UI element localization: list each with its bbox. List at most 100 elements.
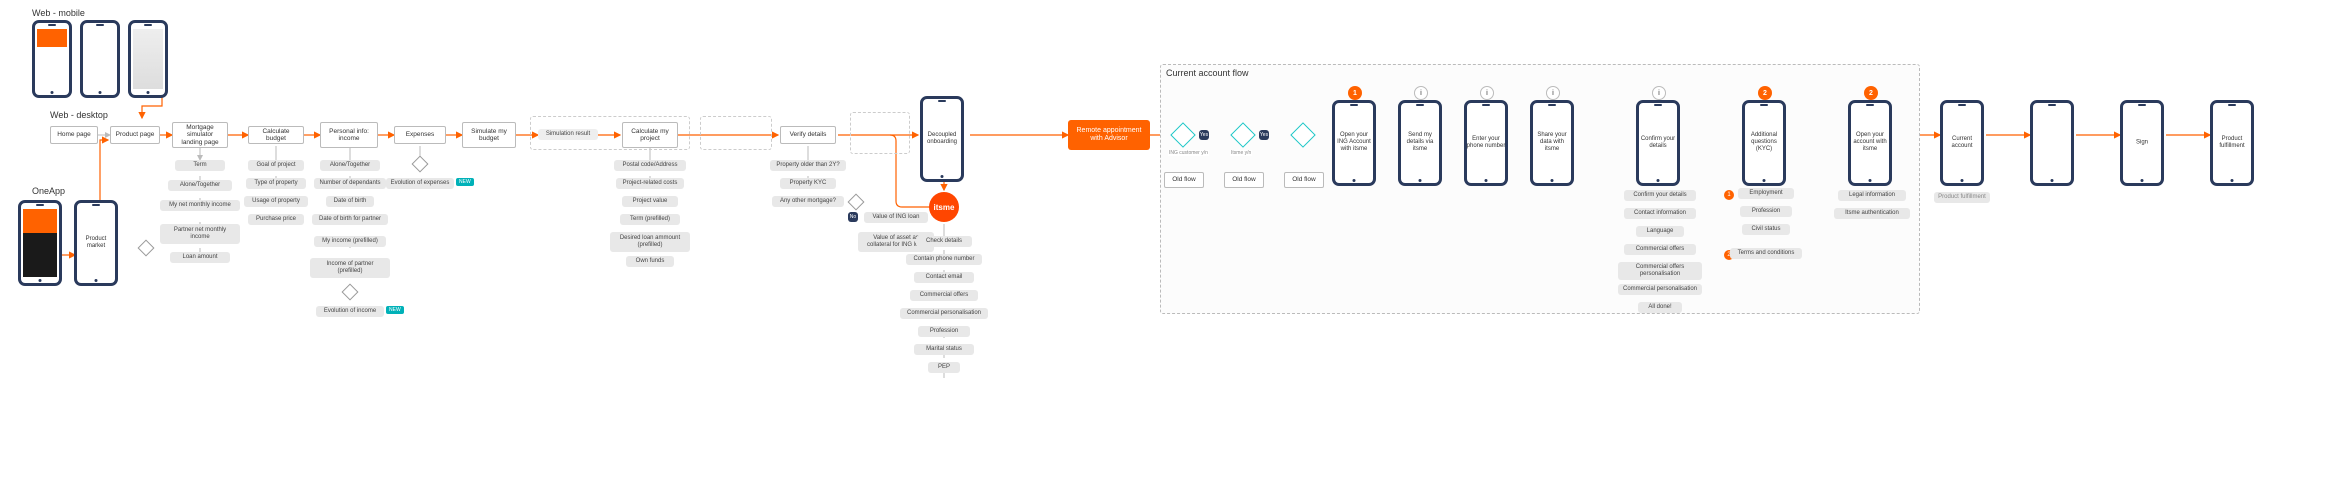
dash-between xyxy=(700,116,772,150)
dash-sim-result xyxy=(530,116,690,150)
node-old-flow-1: Old flow xyxy=(1164,172,1204,188)
phone-step7: Open your account with itsme xyxy=(1848,100,1892,186)
decision-other-mort xyxy=(848,194,865,211)
phone-step5: Confirm your details xyxy=(1636,100,1680,186)
phone-pf2-label: Product fulfillment xyxy=(2211,136,2253,150)
chip-partner-income: Partner net monthly income xyxy=(160,224,240,244)
label-oneapp: OneApp xyxy=(32,186,65,196)
phone-product-market-label: Product market xyxy=(75,236,117,250)
node-calc-budget: Calculate budget xyxy=(248,126,304,144)
phone-web-mobile-3 xyxy=(128,20,168,98)
chip-contain-phone: Contain phone number xyxy=(906,254,982,265)
decision-prodmarket xyxy=(138,240,155,257)
phone-tail-ca: Current account xyxy=(1940,100,1984,186)
num-kyc-1: 1 xyxy=(1724,190,1734,200)
phone-web-mobile-2 xyxy=(80,20,120,98)
chip-my-inc-pre: My income (prefilled) xyxy=(314,236,386,247)
node-mortgage-sim: Mortgage simulator landing page xyxy=(172,122,228,148)
chip-eval-exp: Evolution of expenses xyxy=(386,178,454,189)
chip-comm-offers: Commercial offers xyxy=(910,290,978,301)
panel-ca-title: Current account flow xyxy=(1166,68,1249,78)
chip-tc: Terms and conditions xyxy=(1730,248,1802,259)
itsme-icon: itsme xyxy=(929,192,959,222)
node-home: Home page xyxy=(50,126,98,144)
phone-step1: Open your ING Account with itsme xyxy=(1332,100,1376,186)
chip-all-done: All done! xyxy=(1638,302,1682,313)
chip-ca-comm-offers: Commercial offers xyxy=(1624,244,1696,255)
chip-loan-amount: Loan amount xyxy=(170,252,230,263)
tl-cust: ING customer y/n xyxy=(1168,150,1209,156)
chip-comm-pers: Commercial personalisation xyxy=(900,308,988,319)
phone-tail-1 xyxy=(2030,100,2074,186)
badge-step1: 1 xyxy=(1348,86,1362,100)
phone-step2-label: Send my details via itsme xyxy=(1399,132,1441,154)
chip-pep: PEP xyxy=(928,362,960,373)
phone-step5-label: Confirm your details xyxy=(1637,136,1679,150)
chip-tail-pf: Product fulfillment xyxy=(1934,192,1990,203)
chip-auth: Itsme authentication xyxy=(1834,208,1910,219)
node-product: Product page xyxy=(110,126,160,144)
node-old-flow-3: Old flow xyxy=(1284,172,1324,188)
chip-profession: Profession xyxy=(918,326,970,337)
node-verify: Verify details xyxy=(780,126,836,144)
chip-language: Language xyxy=(1636,226,1684,237)
badge-step7: 2 xyxy=(1864,86,1878,100)
chip-goal: Goal of project xyxy=(248,160,304,171)
decision-badge-no: No xyxy=(848,212,858,222)
phone-step1-label: Open your ING Account with itsme xyxy=(1333,132,1375,154)
chip-dependants: Number of dependants xyxy=(314,178,386,189)
phone-tail-ca-label: Current account xyxy=(1941,136,1983,150)
node-old-flow-2: Old flow xyxy=(1224,172,1264,188)
badge-yes-1: Yes xyxy=(1199,130,1209,140)
decision-expenses xyxy=(412,156,429,173)
phone-step6-label: Additional questions (KYC) xyxy=(1743,132,1785,154)
node-appointment: Remote appointment with Advisor xyxy=(1068,120,1150,150)
chip-other-mort: Any other mortgage? xyxy=(772,196,844,207)
dash-verify-right xyxy=(850,112,910,154)
chip-proj-cost: Project‑related costs xyxy=(616,178,684,189)
chip-eval-income: Evolution of income xyxy=(316,306,384,317)
chip-dob: Date of birth xyxy=(326,196,374,207)
chip-ca-profession: Profession xyxy=(1740,206,1792,217)
chip-loan-pre: Desired loan ammount (prefilled) xyxy=(610,232,690,252)
chip-term: Term xyxy=(175,160,225,171)
chip-alone: Alone/Together xyxy=(168,180,232,191)
chip-ing-value: Value of ING loan xyxy=(864,212,928,223)
chip-legal: Legal information xyxy=(1838,190,1906,201)
chip-contact-info: Contact information xyxy=(1624,208,1696,219)
chip-dob-partner: Date of birth for partner xyxy=(312,214,388,225)
chip-usage-prop: Usage of property xyxy=(244,196,308,207)
phone-oneapp-1 xyxy=(18,200,62,286)
tag-new-1: NEW xyxy=(386,306,404,314)
badge-step4: i xyxy=(1546,86,1560,100)
itsme-label: itsme xyxy=(934,203,955,212)
label-web-desktop: Web - desktop xyxy=(50,110,108,120)
node-simulate: Simulate my budget xyxy=(462,122,516,148)
chip-postal: Postal code/Address xyxy=(614,160,686,171)
badge-step5: i xyxy=(1652,86,1666,100)
badge-step6: 2 xyxy=(1758,86,1772,100)
tag-new-2: NEW xyxy=(456,178,474,186)
chip-ca-comm-offers-pers: Commercial offers personalisation xyxy=(1618,262,1702,280)
chip-alone2: Alone/Together xyxy=(320,160,380,171)
chip-own-funds: Own funds xyxy=(626,256,674,267)
phone-step6: Additional questions (KYC) xyxy=(1742,100,1786,186)
phone-step4: Share your data with itsme xyxy=(1530,100,1574,186)
decision-income xyxy=(342,284,359,301)
chip-ca-comm-pers: Commercial personalisation xyxy=(1618,284,1702,295)
phone-product-market: Product market xyxy=(74,200,118,286)
phone-step4-label: Share your data with itsme xyxy=(1531,132,1573,154)
chip-marital: Marital status xyxy=(914,344,974,355)
chip-civil: Civil status xyxy=(1742,224,1790,235)
badge-step2: i xyxy=(1414,86,1428,100)
chip-net-income: My net monthly income xyxy=(160,200,240,211)
chip-partner-inc-pre: Income of partner (prefilled) xyxy=(310,258,390,278)
phone-step3-label: Enter your phone number xyxy=(1465,136,1507,150)
chip-contact-email: Contact email xyxy=(914,272,974,283)
phone-pf2: Product fulfillment xyxy=(2210,100,2254,186)
chip-employment: Employment xyxy=(1738,188,1794,199)
chip-purchase-price: Purchase price xyxy=(248,214,304,225)
tl-itsme: Itsme y/n xyxy=(1230,150,1252,156)
node-personal-info: Personal info: income xyxy=(320,122,378,148)
phone-sign-label: Sign xyxy=(2121,139,2163,146)
